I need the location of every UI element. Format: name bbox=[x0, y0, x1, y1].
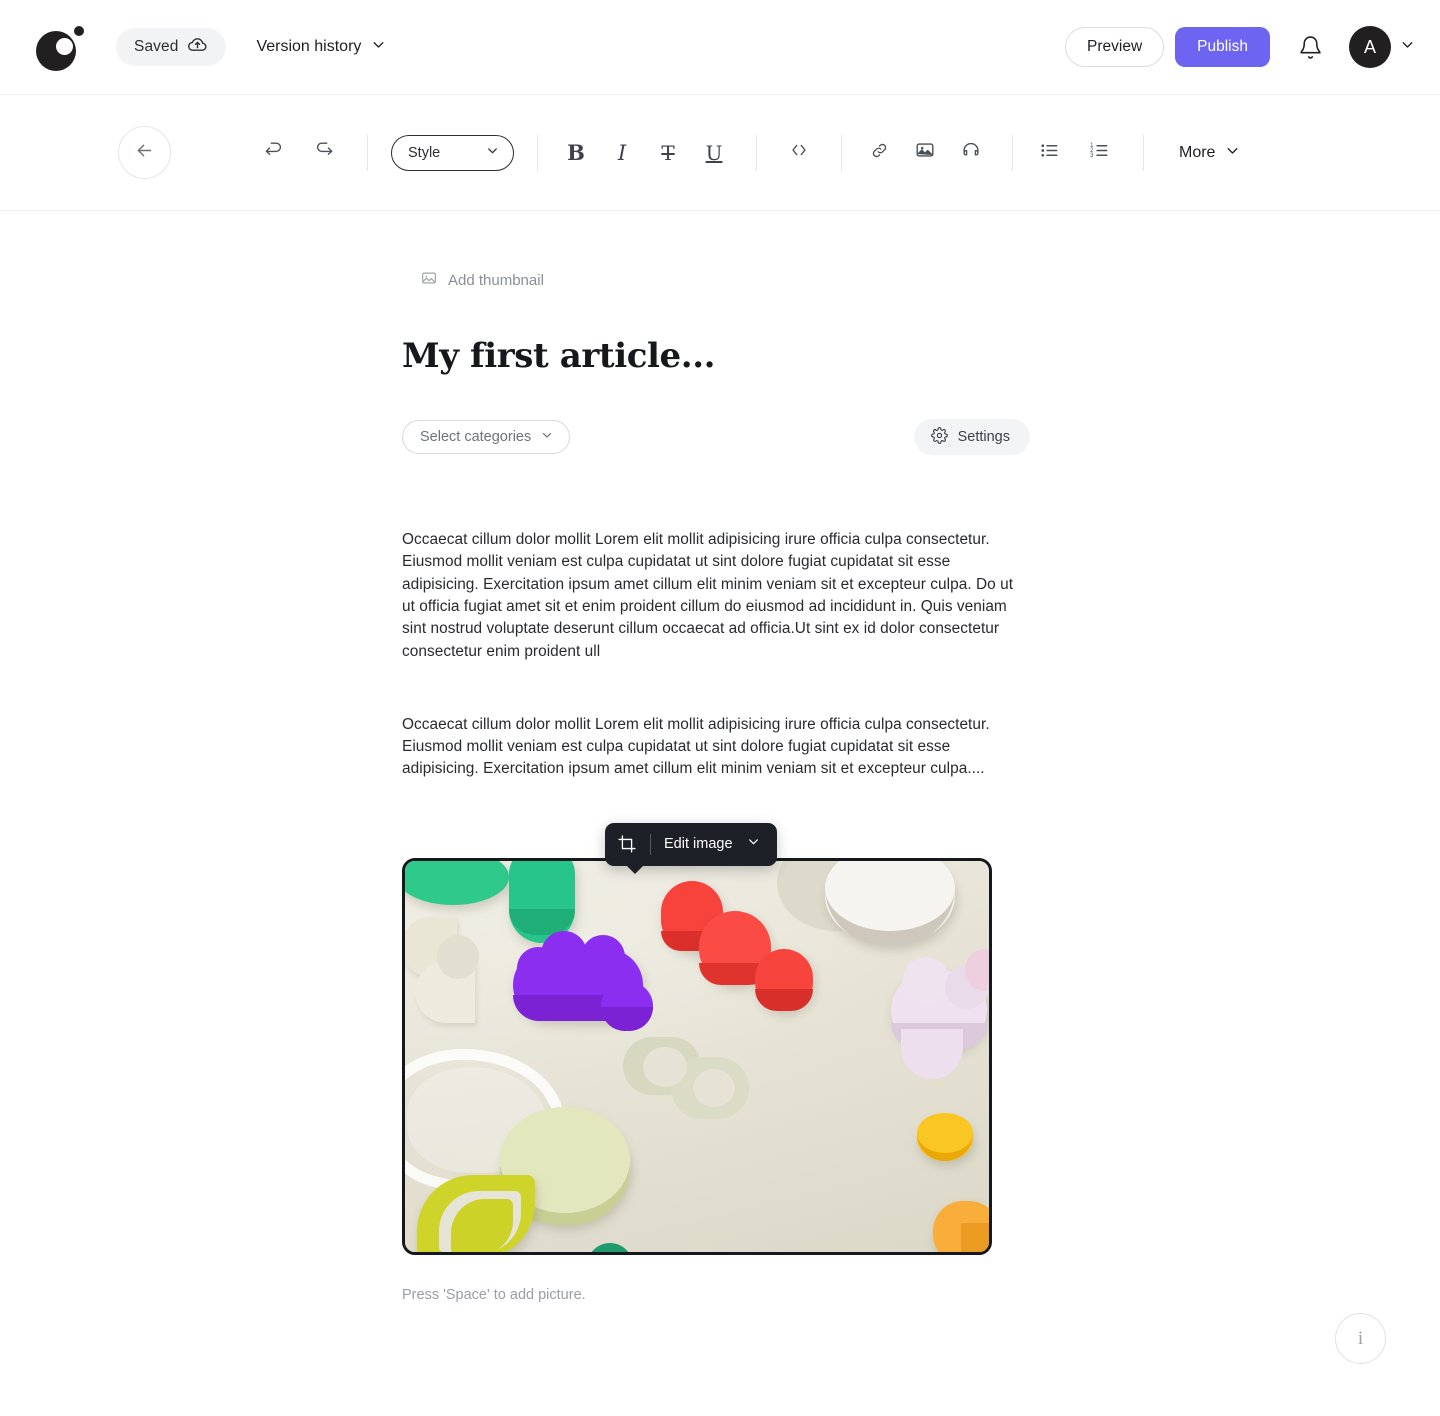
image-icon bbox=[914, 139, 936, 166]
save-status-badge[interactable]: Saved bbox=[116, 28, 227, 66]
chevron-down-icon bbox=[540, 428, 554, 446]
document-canvas: Add thumbnail My first article... Select… bbox=[0, 211, 1440, 1303]
redo-button[interactable] bbox=[304, 133, 344, 173]
version-history-menu[interactable]: Version history bbox=[256, 36, 387, 58]
style-dropdown[interactable]: Style bbox=[391, 134, 514, 171]
more-options-button[interactable]: More bbox=[1179, 142, 1241, 164]
chevron-down-icon[interactable] bbox=[746, 834, 761, 854]
underline-icon: U bbox=[705, 140, 723, 165]
paragraph-2[interactable]: Occaecat cillum dolor mollit Lorem elit … bbox=[402, 714, 1030, 781]
brand-logo-icon[interactable] bbox=[36, 23, 84, 71]
bold-button[interactable]: B bbox=[556, 133, 596, 173]
chevron-down-icon bbox=[1399, 36, 1416, 58]
crop-icon[interactable] bbox=[617, 834, 637, 854]
chevron-down-icon bbox=[1224, 142, 1241, 164]
italic-button[interactable]: I bbox=[602, 133, 642, 173]
insert-image-button[interactable] bbox=[905, 133, 945, 173]
toolbar-divider bbox=[841, 134, 842, 171]
toolbar-divider bbox=[367, 134, 368, 171]
more-label: More bbox=[1179, 143, 1216, 161]
svg-text:3: 3 bbox=[1090, 153, 1094, 159]
numbered-list-icon: 1 2 3 bbox=[1088, 139, 1111, 167]
publish-button[interactable]: Publish bbox=[1175, 27, 1270, 67]
numbered-list-button[interactable]: 1 2 3 bbox=[1079, 133, 1119, 173]
document-body: Add thumbnail My first article... Select… bbox=[402, 269, 1030, 1303]
avatar: A bbox=[1349, 26, 1391, 68]
style-dropdown-label: Style bbox=[408, 144, 441, 161]
editor-toolbar: Style B I T U 1 2 3 More bbox=[0, 95, 1440, 211]
shape-sage-wave-cut-2 bbox=[693, 1068, 735, 1107]
link-icon bbox=[869, 140, 890, 166]
top-bar: Saved Version history Preview Publish A bbox=[0, 0, 1440, 95]
logo-dot bbox=[74, 26, 84, 36]
code-icon bbox=[788, 139, 810, 166]
preview-button[interactable]: Preview bbox=[1065, 27, 1165, 67]
undo-button[interactable] bbox=[254, 133, 294, 173]
edit-image-label[interactable]: Edit image bbox=[664, 836, 733, 852]
account-menu[interactable]: A bbox=[1349, 26, 1416, 68]
toolbar-divider bbox=[537, 134, 538, 171]
redo-icon bbox=[313, 139, 335, 166]
chevron-down-icon bbox=[485, 143, 500, 162]
popover-divider bbox=[650, 833, 651, 855]
version-history-label: Version history bbox=[256, 38, 362, 55]
info-icon[interactable]: i bbox=[1335, 1313, 1386, 1364]
add-thumbnail-label: Add thumbnail bbox=[448, 271, 544, 289]
bold-icon: B bbox=[567, 140, 585, 165]
strikethrough-icon: T bbox=[661, 140, 675, 165]
image-block: Edit image Press 'Space' to add picture. bbox=[402, 822, 992, 1303]
link-button[interactable] bbox=[859, 133, 899, 173]
add-thumbnail-button[interactable]: Add thumbnail bbox=[420, 269, 544, 291]
image-edit-popover: Edit image bbox=[605, 822, 777, 874]
select-categories-dropdown[interactable]: Select categories bbox=[402, 420, 571, 455]
code-button[interactable] bbox=[779, 133, 819, 173]
shape-lilac-petal-1 bbox=[903, 956, 949, 1003]
shape-yellow-disc-top bbox=[917, 1112, 973, 1153]
document-meta-row: Select categories Settings bbox=[402, 419, 1030, 456]
gear-icon bbox=[930, 426, 948, 448]
arrow-left-icon bbox=[134, 140, 155, 166]
shape-cream-cut bbox=[437, 934, 479, 979]
page-title[interactable]: My first article... bbox=[402, 336, 1030, 376]
bulleted-list-icon bbox=[1038, 139, 1061, 167]
insert-audio-button[interactable] bbox=[951, 133, 991, 173]
paragraph-1[interactable]: Occaecat cillum dolor mollit Lorem elit … bbox=[402, 529, 1030, 663]
back-button[interactable] bbox=[118, 126, 171, 179]
bulleted-list-button[interactable] bbox=[1029, 133, 1069, 173]
strikethrough-button[interactable]: T bbox=[648, 133, 688, 173]
popover-tail bbox=[626, 864, 644, 874]
text-format-group: B I T U bbox=[556, 133, 734, 173]
shape-sage-wave-cut bbox=[643, 1046, 687, 1087]
image-placeholder-icon bbox=[420, 269, 438, 291]
cloud-upload-icon bbox=[187, 34, 208, 60]
settings-label: Settings bbox=[957, 429, 1010, 446]
settings-button[interactable]: Settings bbox=[913, 419, 1030, 456]
italic-icon: I bbox=[617, 140, 627, 165]
list-group: 1 2 3 bbox=[1029, 133, 1119, 173]
select-categories-label: Select categories bbox=[420, 429, 532, 446]
headphones-icon bbox=[960, 139, 982, 166]
logo-inner-circle bbox=[56, 38, 73, 55]
shape-purple-petal-2 bbox=[581, 934, 625, 979]
toolbar-divider bbox=[1012, 134, 1013, 171]
insert-group bbox=[859, 133, 991, 173]
shape-orange-shade bbox=[961, 1222, 989, 1252]
article-image[interactable] bbox=[402, 857, 992, 1255]
bell-icon[interactable] bbox=[1298, 35, 1323, 60]
image-caption[interactable]: Press 'Space' to add picture. bbox=[402, 1287, 992, 1303]
history-group bbox=[254, 133, 344, 173]
save-status-label: Saved bbox=[134, 38, 179, 55]
underline-button[interactable]: U bbox=[694, 133, 734, 173]
shape-purple-petal-3 bbox=[517, 946, 559, 989]
top-bar-actions: Preview Publish A bbox=[1065, 26, 1416, 68]
undo-icon bbox=[263, 139, 285, 166]
chevron-down-icon bbox=[370, 36, 387, 58]
toolbar-divider bbox=[756, 134, 757, 171]
photo-content bbox=[405, 860, 989, 1252]
toolbar-divider bbox=[1143, 134, 1144, 171]
